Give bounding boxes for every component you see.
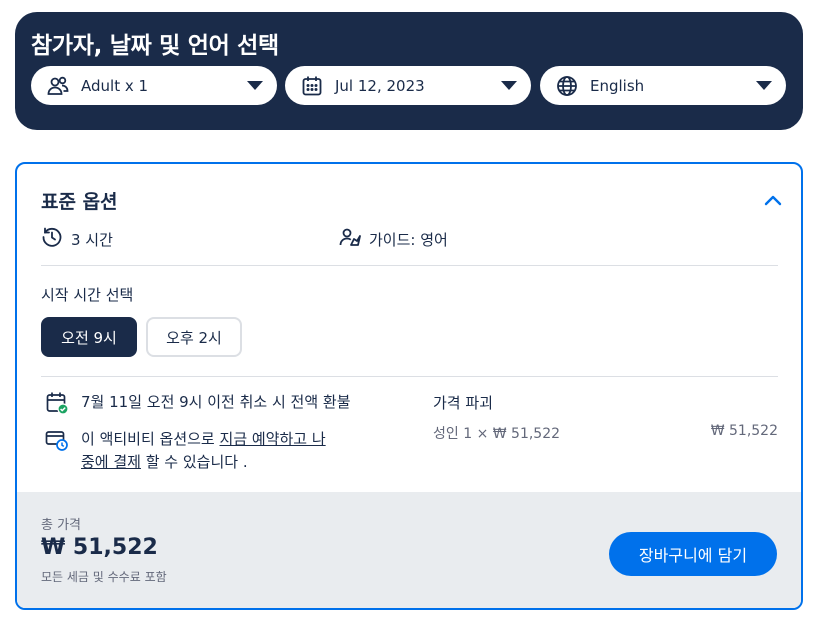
chevron-down-icon: [247, 81, 263, 90]
language-dropdown[interactable]: English: [540, 66, 786, 105]
card-clock-icon: [45, 428, 69, 452]
reserve-now-text: 이 액티비티 옵션으로 지금 예약하고 나중에 결제 할 수 있습니다 .: [81, 428, 326, 474]
participants-dropdown[interactable]: Adult x 1: [31, 66, 277, 105]
guide-icon: [339, 226, 361, 252]
reserve-now-info: 이 액티비티 옵션으로 지금 예약하고 나중에 결제 할 수 있습니다 .: [45, 428, 326, 474]
price-footer: 총 가격 ₩ 51,522 모든 세금 및 수수료 포함 장바구니에 담기: [17, 492, 801, 608]
calendar-check-icon: [45, 391, 69, 415]
price-line-label: 성인 1 × ₩ 51,522: [433, 426, 561, 442]
chevron-down-icon: [501, 81, 517, 90]
collapse-button[interactable]: [761, 188, 785, 212]
divider: [41, 265, 778, 266]
guide-text: 가이드: 영어: [369, 230, 448, 249]
booking-selector-panel: 참가자, 날짜 및 언어 선택 Adult x 1 Jul 12, 2023 E…: [15, 12, 803, 130]
calendar-icon: [301, 75, 323, 97]
start-time-label: 시작 시간 선택: [41, 286, 134, 304]
time-option-9am[interactable]: 오전 9시: [41, 317, 137, 357]
duration-info: 3 시간: [41, 226, 113, 252]
guide-info: 가이드: 영어: [339, 226, 448, 252]
total-label: 총 가격: [41, 518, 82, 533]
participants-value: Adult x 1: [81, 76, 149, 95]
clock-icon: [41, 226, 63, 252]
duration-text: 3 시간: [71, 230, 113, 249]
language-value: English: [590, 76, 645, 95]
price-breakdown-title: 가격 파괴: [433, 394, 493, 412]
globe-icon: [556, 75, 578, 97]
cancellation-text: 7월 11일 오전 9시 이전 취소 시 전액 환불: [81, 393, 351, 411]
option-title: 표준 옵션: [41, 191, 118, 213]
price-breakdown-row: 성인 1 × ₩ 51,522 ₩ 51,522: [433, 423, 778, 443]
date-dropdown[interactable]: Jul 12, 2023: [285, 66, 531, 105]
panel-title: 참가자, 날짜 및 언어 선택: [31, 33, 279, 59]
chevron-down-icon: [756, 81, 772, 90]
people-icon: [47, 75, 69, 97]
divider: [41, 376, 778, 377]
pay-later-link[interactable]: 중에 결제: [81, 453, 141, 471]
reserve-prefix: 이 액티비티 옵션으로: [81, 430, 220, 448]
tax-note: 모든 세금 및 수수료 포함: [41, 570, 167, 584]
price-line-value: ₩ 51,522: [710, 423, 778, 439]
add-to-cart-button[interactable]: 장바구니에 담기: [609, 532, 777, 576]
cancellation-info: 7월 11일 오전 9시 이전 취소 시 전액 환불: [45, 391, 351, 415]
reserve-now-link[interactable]: 지금 예약하고 나: [220, 430, 326, 448]
time-option-2pm[interactable]: 오후 2시: [146, 317, 242, 357]
total-price: ₩ 51,522: [41, 535, 158, 560]
option-card: 표준 옵션 3 시간 가이드: 영어 시작 시간 선택 오전 9시 오후 2시: [15, 162, 803, 610]
chevron-up-icon: [764, 195, 782, 206]
date-value: Jul 12, 2023: [335, 76, 425, 95]
reserve-suffix: 할 수 있습니다 .: [140, 453, 248, 471]
